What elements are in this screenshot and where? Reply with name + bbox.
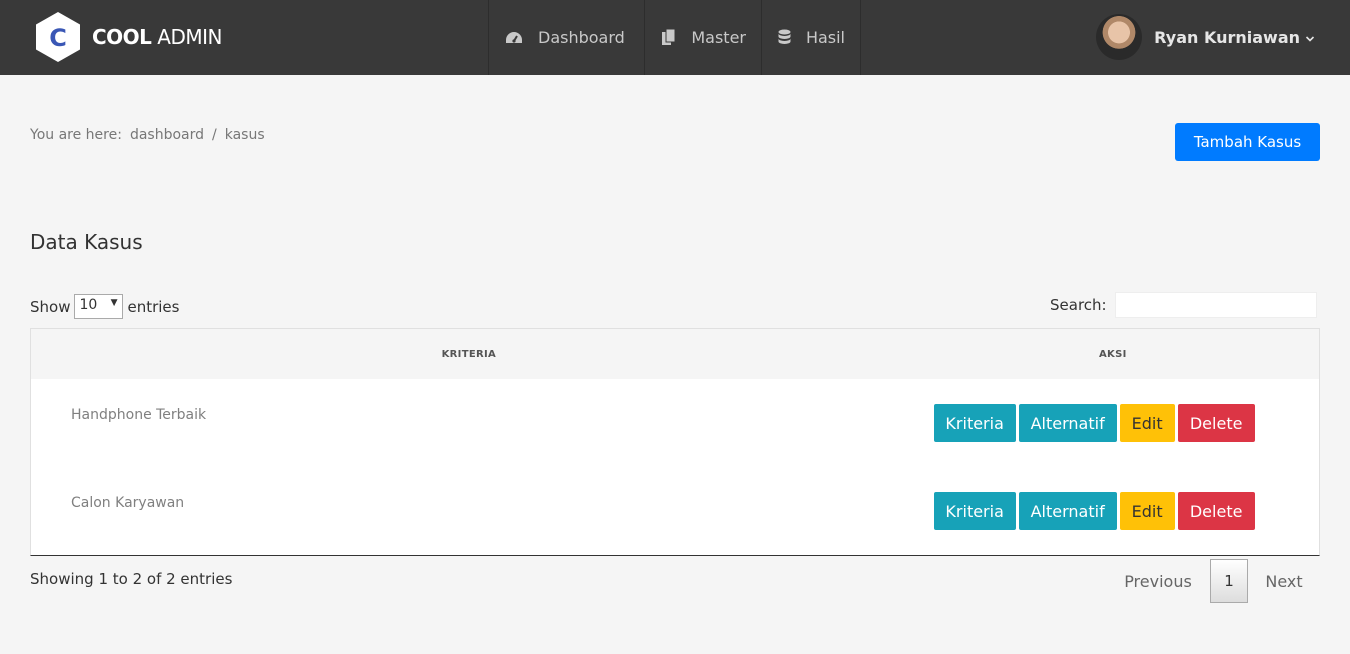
edit-button[interactable]: Edit xyxy=(1119,492,1175,530)
user-name: Ryan Kurniawan xyxy=(1154,27,1300,47)
nav-item-master[interactable]: Master xyxy=(645,0,762,75)
kriteria-button[interactable]: Kriteria xyxy=(933,492,1016,530)
page-title: Data Kasus xyxy=(30,230,143,254)
delete-button[interactable]: Delete xyxy=(1177,492,1255,530)
row-actions-cell: Kriteria Alternatif Edit Delete xyxy=(907,379,1319,467)
copy-icon xyxy=(660,28,677,48)
alternatif-button[interactable]: Alternatif xyxy=(1018,492,1117,530)
row-actions-cell: Kriteria Alternatif Edit Delete xyxy=(907,467,1319,555)
nav-item-hasil[interactable]: Hasil xyxy=(762,0,861,75)
logo-hexagon-icon: C xyxy=(36,12,80,62)
breadcrumb-current: kasus xyxy=(224,127,265,143)
table-info: Showing 1 to 2 of 2 entries xyxy=(30,570,233,588)
search-label: Search: xyxy=(1050,296,1107,314)
alternatif-button[interactable]: Alternatif xyxy=(1018,404,1117,442)
breadcrumb-prefix: You are here: xyxy=(30,127,122,143)
edit-button[interactable]: Edit xyxy=(1119,404,1175,442)
chevron-down-icon xyxy=(1305,28,1315,47)
nav-label-master: Master xyxy=(691,28,746,47)
next-page-button[interactable]: Next xyxy=(1248,572,1320,591)
kriteria-button[interactable]: Kriteria xyxy=(933,404,1016,442)
row-actions: Kriteria Alternatif Edit Delete xyxy=(933,404,1255,442)
user-menu[interactable]: Ryan Kurniawan xyxy=(1096,14,1315,60)
add-case-button[interactable]: Tambah Kasus xyxy=(1175,123,1320,161)
show-label: Show xyxy=(30,297,71,316)
breadcrumb-link-dashboard[interactable]: dashboard xyxy=(130,127,204,143)
dashboard-icon xyxy=(504,28,524,48)
search-input[interactable] xyxy=(1114,292,1317,318)
table-row: Handphone Terbaik Kriteria Alternatif Ed… xyxy=(31,379,1319,467)
breadcrumb: You are here: dashboard / kasus xyxy=(30,127,265,143)
table-row: Calon Karyawan Kriteria Alternatif Edit … xyxy=(31,467,1319,555)
logo[interactable]: C COOL ADMIN xyxy=(34,11,222,63)
database-icon xyxy=(777,28,792,48)
nav-label-dashboard: Dashboard xyxy=(538,28,625,47)
column-header-aksi[interactable]: AKSI xyxy=(907,329,1319,379)
entries-length-control: Show 10 ▼ entries xyxy=(30,294,179,319)
pagination: Previous 1 Next xyxy=(1108,559,1320,603)
row-name-cell: Calon Karyawan xyxy=(71,495,185,511)
nav-label-hasil: Hasil xyxy=(805,28,845,47)
previous-page-button[interactable]: Previous xyxy=(1108,572,1208,591)
delete-button[interactable]: Delete xyxy=(1177,404,1255,442)
entries-label: entries xyxy=(127,297,180,316)
brand-light: ADMIN xyxy=(157,25,222,49)
cases-table: KRITERIA AKSI Handphone Terbaik Kriteria… xyxy=(30,328,1320,556)
table-header: KRITERIA AKSI xyxy=(31,329,1319,379)
search-control: Search: xyxy=(1050,292,1317,318)
entries-select[interactable]: 10 ▼ xyxy=(74,294,124,319)
brand-bold: COOL xyxy=(92,25,152,49)
row-name-cell: Handphone Terbaik xyxy=(71,407,207,423)
page-button-current[interactable]: 1 xyxy=(1210,559,1248,603)
select-arrow-icon: ▼ xyxy=(110,298,118,308)
logo-letter: C xyxy=(49,24,67,52)
nav-item-dashboard[interactable]: Dashboard xyxy=(489,0,645,75)
entries-select-value: 10 xyxy=(79,297,98,313)
avatar xyxy=(1096,14,1143,60)
column-header-kriteria[interactable]: KRITERIA xyxy=(31,329,907,379)
breadcrumb-separator: / xyxy=(212,127,217,143)
main-nav: Dashboard Master Hasil xyxy=(488,0,861,75)
brand-name: COOL ADMIN xyxy=(92,25,222,49)
row-actions: Kriteria Alternatif Edit Delete xyxy=(933,492,1255,530)
top-header: C COOL ADMIN Dashboard Master Hasil Ryan… xyxy=(0,0,1350,75)
